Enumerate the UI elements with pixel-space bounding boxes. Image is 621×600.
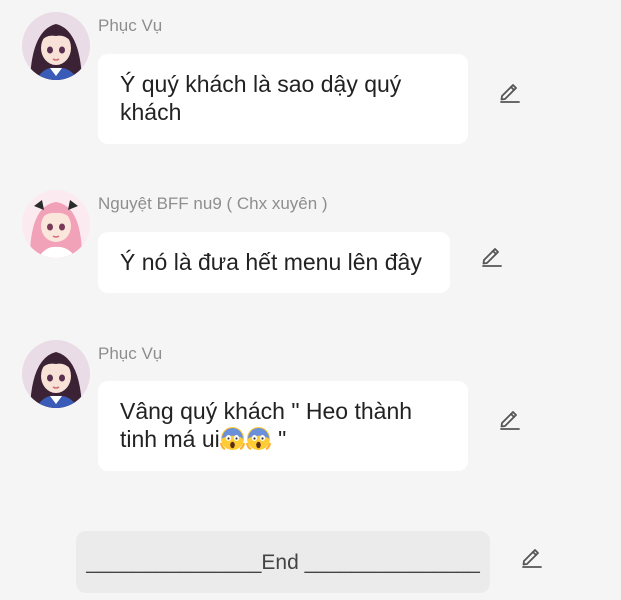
message-text-suffix: ": [271, 426, 287, 452]
sender-name: Phục Vụ: [98, 344, 163, 363]
face-screaming-in-fear-icon: [219, 426, 245, 451]
end-message-text: _______________End _______________: [86, 551, 480, 574]
message-bubble[interactable]: Ý nó là đưa hết menu lên đây: [98, 232, 450, 293]
edit-icon[interactable]: [519, 543, 545, 569]
edit-icon[interactable]: [497, 78, 523, 104]
avatar[interactable]: [22, 190, 90, 258]
edit-icon[interactable]: [497, 405, 523, 431]
sender-name: Phục Vụ: [98, 16, 163, 35]
edit-icon[interactable]: [479, 242, 505, 268]
message-bubble[interactable]: Ý quý khách là sao dậy quý khách: [98, 54, 468, 144]
message-text: Ý nó là đưa hết menu lên đây: [120, 249, 422, 275]
end-message-bubble[interactable]: _______________End _______________: [76, 531, 490, 593]
face-screaming-in-fear-icon: [245, 426, 271, 451]
avatar[interactable]: [22, 12, 90, 80]
message-bubble[interactable]: Vâng quý khách " Heo thành tinh má ui ": [98, 381, 468, 471]
sender-name: Nguyệt BFF nu9 ( Chx xuyên ): [98, 194, 328, 213]
avatar[interactable]: [22, 340, 90, 408]
message-text: Ý quý khách là sao dậy quý khách: [120, 71, 402, 125]
